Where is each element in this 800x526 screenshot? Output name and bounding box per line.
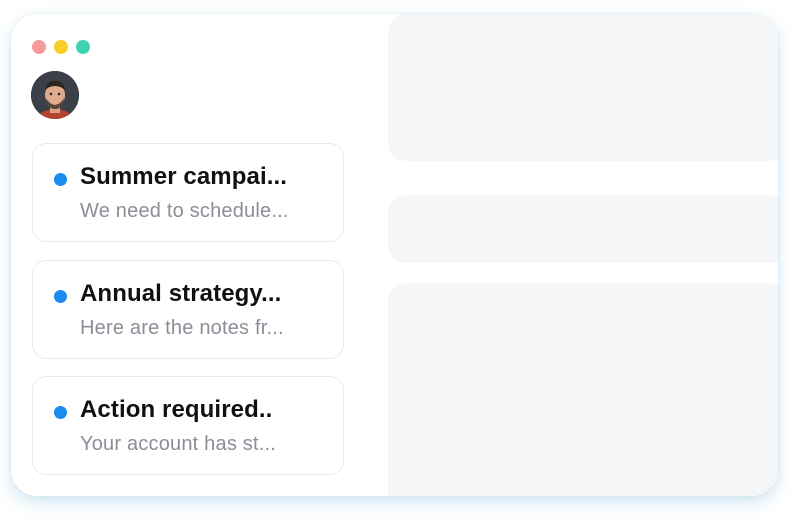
user-avatar-icon xyxy=(31,71,79,119)
message-card-action-required[interactable]: Action required.. Your account has st... xyxy=(32,376,344,475)
content-placeholder-block xyxy=(388,283,778,496)
minimize-window-button[interactable] xyxy=(54,40,68,54)
content-placeholder-block xyxy=(388,14,778,161)
message-preview: Your account has st... xyxy=(80,433,277,455)
message-title: Action required.. xyxy=(80,396,273,423)
content-placeholder-block xyxy=(388,195,778,263)
close-window-button[interactable] xyxy=(32,40,46,54)
message-content-pane xyxy=(356,14,778,496)
avatar[interactable] xyxy=(31,71,79,119)
window-controls xyxy=(32,40,90,54)
unread-indicator xyxy=(54,406,67,419)
sidebar: Summer campai... We need to schedule... … xyxy=(11,14,356,496)
message-title: Annual strategy... xyxy=(80,280,282,307)
message-card-summer-campaign[interactable]: Summer campai... We need to schedule... xyxy=(32,143,344,242)
unread-indicator xyxy=(54,290,67,303)
unread-indicator xyxy=(54,173,67,186)
app-window: Summer campai... We need to schedule... … xyxy=(11,14,778,496)
message-card-annual-strategy[interactable]: Annual strategy... Here are the notes fr… xyxy=(32,260,344,359)
message-preview: We need to schedule... xyxy=(80,200,289,222)
maximize-window-button[interactable] xyxy=(76,40,90,54)
message-title: Summer campai... xyxy=(80,163,288,190)
message-preview: Here are the notes fr... xyxy=(80,317,284,339)
